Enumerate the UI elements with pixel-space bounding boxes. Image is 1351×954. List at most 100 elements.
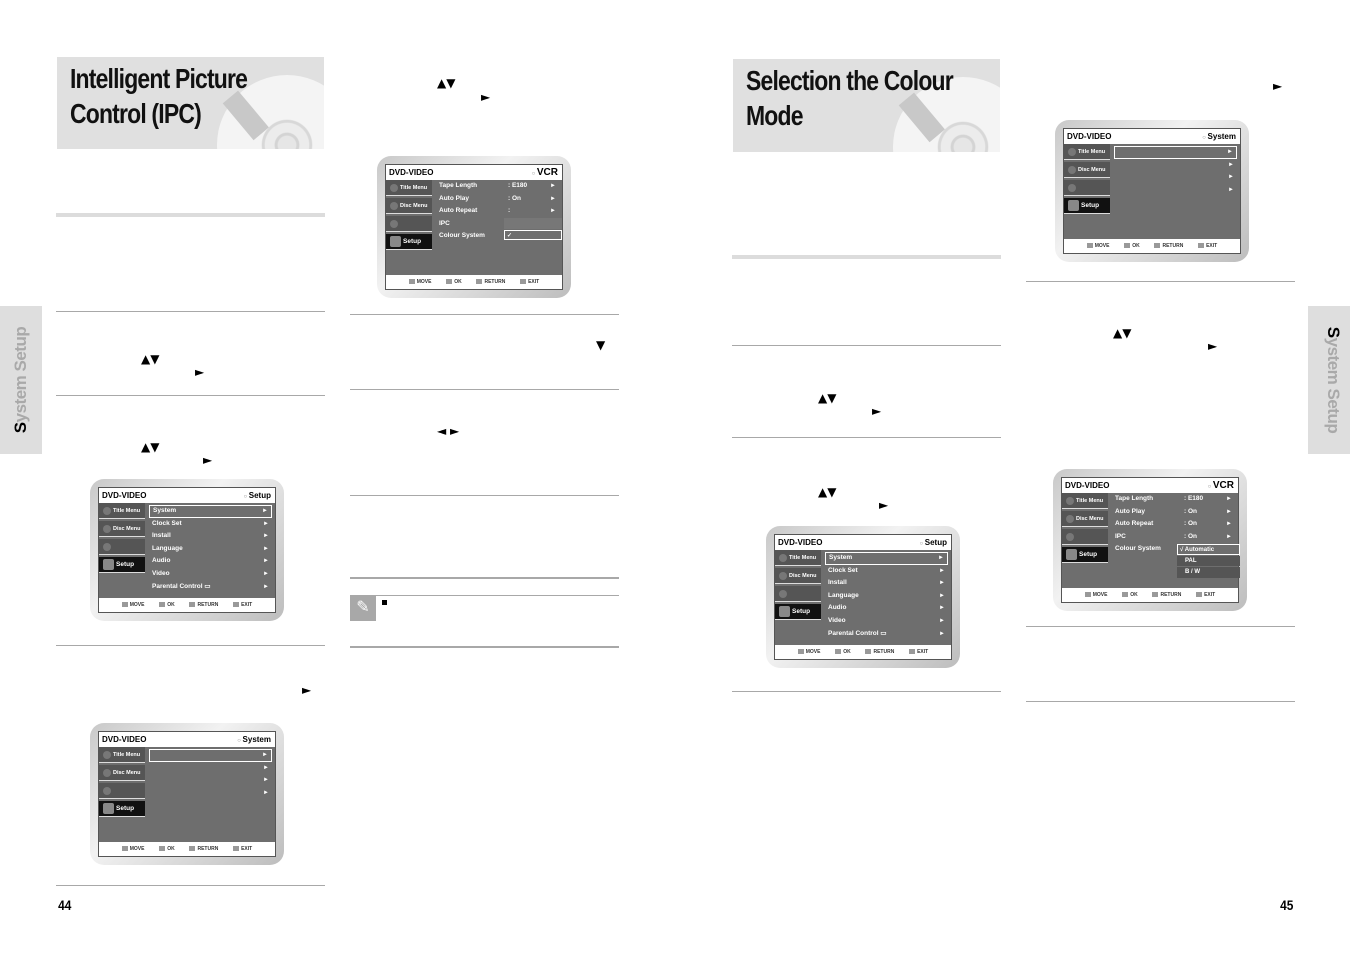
osd-tab-disc-menu[interactable]: Disc Menu (1064, 162, 1110, 178)
note-pencil-icon: ✎ (350, 595, 376, 621)
osd-tab-setup[interactable]: Setup (99, 557, 145, 573)
osd-tab-disc-menu[interactable]: Disc Menu (99, 521, 145, 537)
osd-menu-item[interactable]: ► (149, 787, 272, 800)
osd-menu-item[interactable]: ► (149, 774, 272, 787)
osd-menu-item[interactable]: Language ► (149, 543, 272, 556)
osd-menu-item[interactable]: Clock Set ► (149, 518, 272, 531)
osd-menu-item[interactable]: ► (149, 762, 272, 775)
osd-menu-item[interactable]: Install ► (825, 577, 948, 590)
osd-tab-title-menu[interactable]: Title Menu (775, 550, 821, 566)
function-icon (1068, 183, 1076, 192)
right-arrow-icon: ► (879, 498, 889, 512)
osd-menu-item[interactable]: ► (149, 749, 272, 762)
osd-menu-item[interactable]: Auto Play: On ► (436, 193, 559, 206)
osd-menu-item[interactable]: Video ► (825, 615, 948, 628)
disc-menu-icon (1068, 165, 1076, 174)
side-tab-label: System Setup (11, 326, 31, 434)
osd-menu-item[interactable]: Video ► (149, 568, 272, 581)
osd-tab-setup[interactable]: Setup (775, 604, 821, 620)
osd-menu-item[interactable]: Parental Control ▭ ► (825, 628, 948, 641)
osd-menu-item[interactable]: Tape Length: E180 ► (436, 180, 559, 193)
osd-menu-item[interactable]: Tape Length: E180 ► (1112, 493, 1235, 506)
osd-mode: Setup (243, 488, 271, 505)
osd-menu-item[interactable]: IPC: On ► (1112, 531, 1235, 544)
section-divider (350, 389, 619, 390)
colour-system-dropdown[interactable]: √ Automatic PAL B / W (1177, 544, 1240, 579)
osd-menu-item[interactable]: System ► (825, 552, 948, 565)
osd-footer: MOVE OK RETURN EXIT (99, 842, 275, 856)
setup-gear-icon (103, 558, 114, 570)
note-divider (376, 595, 619, 596)
arrow-right-icon: ► (263, 558, 269, 565)
osd-tab-function[interactable] (99, 539, 145, 555)
osd-tab-function[interactable] (1062, 529, 1108, 545)
leftright-arrow-icon: ◄ ► (437, 424, 460, 438)
osd-menu-item[interactable]: ► (1114, 184, 1237, 197)
arrow-right-icon: ► (939, 580, 945, 587)
osd-tab-disc-menu[interactable]: Disc Menu (775, 568, 821, 584)
arrow-right-icon: ► (1228, 186, 1234, 193)
arrow-right-icon: ► (939, 592, 945, 599)
arrow-right-icon: ► (263, 545, 269, 552)
osd-tab-setup[interactable]: Setup (1062, 547, 1108, 563)
osd-screen-setup: DVD-VIDEO Setup Title Menu Disc Menu Setu… (90, 479, 284, 621)
osd-tab-title-menu[interactable]: Title Menu (1062, 493, 1108, 509)
osd-tab-title-menu[interactable]: Title Menu (99, 747, 145, 763)
disc-menu-icon (779, 571, 787, 580)
osd-tab-disc-menu[interactable]: Disc Menu (99, 765, 145, 781)
osd-menu-item[interactable]: Audio ► (149, 555, 272, 568)
arrow-right-icon: ► (262, 752, 268, 758)
osd-tab-setup[interactable]: Setup (1064, 198, 1110, 214)
osd-menu-item[interactable]: Clock Set ► (825, 565, 948, 578)
osd-menu-item[interactable]: Parental Control ▭ ► (149, 581, 272, 594)
dropdown-option-selected[interactable]: √ Automatic (1177, 544, 1240, 555)
osd-menu-item[interactable]: ► (1114, 146, 1237, 159)
arrow-right-icon: ► (263, 583, 269, 590)
dropdown-option-selected[interactable]: ✓ (504, 229, 562, 240)
osd-tab-setup[interactable]: Setup (386, 234, 432, 250)
page-number-right: 45 (1280, 897, 1294, 913)
function-icon (1066, 532, 1074, 541)
disc-menu-icon (103, 524, 111, 533)
disc-menu-icon (1066, 514, 1074, 523)
osd-tab-function[interactable] (386, 216, 432, 232)
osd-tab-title-menu[interactable]: Title Menu (1064, 144, 1110, 160)
osd-tab-disc-menu[interactable]: Disc Menu (386, 198, 432, 214)
osd-menu-item[interactable]: ► (1114, 171, 1237, 184)
arrow-right-icon: ► (263, 520, 269, 527)
side-tab-label: System Setup (1324, 326, 1344, 434)
osd-menu-item[interactable]: Auto Repeat: On ► (1112, 518, 1235, 531)
title-menu-icon (1066, 496, 1074, 505)
osd-tab-title-menu[interactable]: Title Menu (99, 503, 145, 519)
osd-tab-title-menu[interactable]: Title Menu (386, 180, 432, 196)
section-divider (350, 577, 619, 579)
arrow-right-icon: ► (1226, 496, 1232, 502)
osd-tab-function[interactable] (1064, 180, 1110, 196)
osd-tab-function[interactable] (775, 586, 821, 602)
updown-arrow-icon: ▲▼ (141, 440, 160, 454)
right-arrow-icon: ► (872, 404, 882, 418)
osd-mode: Setup (919, 535, 947, 552)
right-arrow-icon: ► (195, 365, 205, 379)
page-title-right: Selection the Colour Mode (746, 65, 954, 131)
osd-menu-item[interactable]: Audio ► (825, 602, 948, 615)
osd-menu-item[interactable]: Install ► (149, 530, 272, 543)
function-icon (779, 589, 787, 598)
page-title-left: Intelligent Picture Control (IPC) (70, 63, 248, 129)
osd-menu-item[interactable]: System ► (149, 505, 272, 518)
dropdown-option[interactable]: PAL (1177, 555, 1240, 566)
arrow-right-icon: ► (1226, 508, 1232, 515)
dropdown-option[interactable] (504, 218, 562, 229)
osd-dropdown[interactable]: ✓ (504, 218, 562, 241)
osd-tab-disc-menu[interactable]: Disc Menu (1062, 511, 1108, 527)
osd-menu-item[interactable]: Auto Play: On ► (1112, 506, 1235, 519)
osd-footer: MOVE OK RETURN EXIT (1062, 588, 1238, 602)
section-divider (350, 646, 619, 648)
osd-tab-function[interactable] (99, 783, 145, 799)
osd-menu-item[interactable]: Language ► (825, 590, 948, 603)
dropdown-option[interactable]: B / W (1177, 567, 1240, 578)
osd-tab-setup[interactable]: Setup (99, 801, 145, 817)
osd-brand: DVD-VIDEO (1065, 481, 1110, 490)
osd-menu-item[interactable]: ► (1114, 159, 1237, 172)
osd-menu-item[interactable]: Auto Repeat: ► (436, 205, 559, 218)
